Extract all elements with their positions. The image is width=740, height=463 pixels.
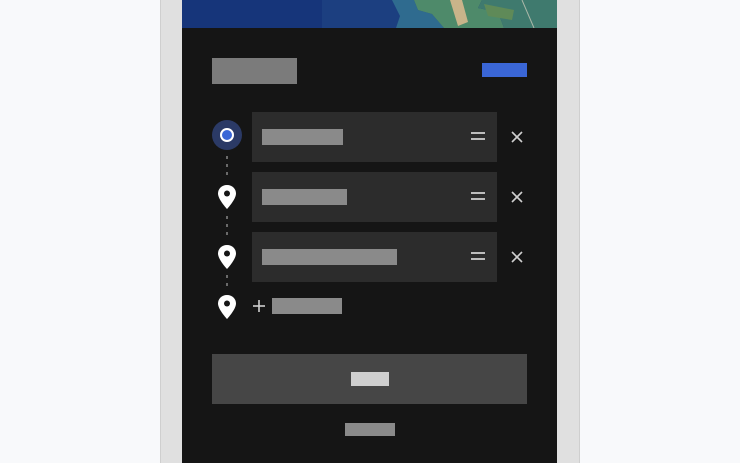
drag-handle-icon[interactable] <box>471 192 485 202</box>
directions-panel <box>182 28 557 463</box>
primary-action-label <box>350 372 389 386</box>
primary-action-button[interactable] <box>212 354 527 404</box>
origin-placeholder <box>262 129 343 145</box>
app-screen <box>182 0 557 463</box>
map-pin-icon <box>212 182 242 212</box>
waypoint-placeholder <box>262 189 347 205</box>
remove-destination-button[interactable] <box>508 248 526 266</box>
add-stop-label <box>272 298 342 314</box>
map-pin-icon <box>212 292 242 322</box>
drag-handle-icon[interactable] <box>471 252 485 262</box>
close-icon <box>511 191 523 203</box>
remove-waypoint-button[interactable] <box>508 188 526 206</box>
destination-input[interactable] <box>252 232 497 282</box>
add-stop-button[interactable] <box>252 296 342 316</box>
origin-dot-icon <box>212 120 242 150</box>
route-connector <box>226 275 228 291</box>
panel-title <box>212 58 297 84</box>
waypoint-input[interactable] <box>252 172 497 222</box>
done-button[interactable] <box>482 63 527 77</box>
remove-origin-button[interactable] <box>508 128 526 146</box>
route-connector <box>226 216 228 240</box>
plus-icon <box>253 300 265 312</box>
close-icon <box>511 251 523 263</box>
drag-handle-icon[interactable] <box>471 132 485 142</box>
close-icon <box>511 131 523 143</box>
map-view[interactable] <box>182 0 557 28</box>
route-connector <box>226 156 228 180</box>
secondary-link[interactable] <box>345 423 395 436</box>
origin-input[interactable] <box>252 112 497 162</box>
map-pin-icon <box>212 242 242 272</box>
destination-placeholder <box>262 249 397 265</box>
map-tiles <box>182 0 557 28</box>
